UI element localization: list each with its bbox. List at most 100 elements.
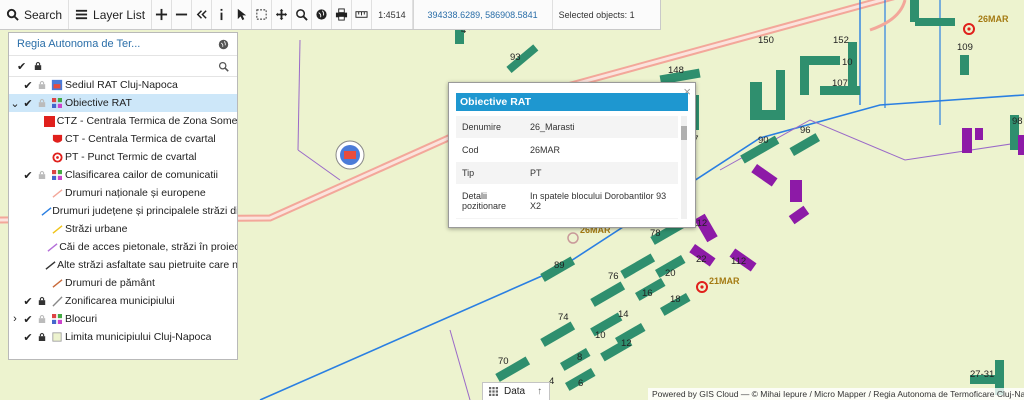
layer-label: Zonificarea municipiului xyxy=(65,295,175,307)
cursor-icon xyxy=(237,8,247,21)
attribute-key: Denumire xyxy=(462,122,502,132)
attribute-key: Detalii pozitionare xyxy=(462,191,507,211)
panel-header: Regia Autonoma de Ter... xyxy=(9,33,237,56)
info-button[interactable] xyxy=(212,0,233,29)
lock-icon[interactable] xyxy=(35,296,49,306)
line-icon xyxy=(49,278,65,289)
lock-icon[interactable] xyxy=(35,314,49,324)
layer-row-obiective[interactable]: ⌄ ✔ Obiective RAT xyxy=(9,94,237,112)
layer-list-button[interactable]: Layer List xyxy=(69,0,153,29)
layer-label: Limita municipiului Cluj-Napoca xyxy=(65,331,212,343)
building-number-label: 27-31 xyxy=(970,369,994,380)
check-all-icon[interactable]: ✔ xyxy=(17,60,26,73)
building-number-label: 112 xyxy=(731,256,746,267)
pan-button[interactable] xyxy=(272,0,293,29)
scrollbar-thumb[interactable] xyxy=(681,126,687,140)
layer-row-blocuri[interactable]: › ✔ Blocuri xyxy=(9,310,237,328)
legend-ct: CT - Centrala Termica de cvartal xyxy=(9,130,237,148)
arrow-up-icon: ↑ xyxy=(537,386,543,397)
visibility-checkbox[interactable]: ✔ xyxy=(21,97,35,110)
select-button[interactable] xyxy=(232,0,253,29)
lock-all-icon[interactable] xyxy=(34,61,42,71)
legend-label: Drumuri naționale și europene xyxy=(65,187,206,199)
attribute-row: Denumire 26_Marasti xyxy=(456,116,678,139)
pt-label: 26MAR xyxy=(978,14,1009,24)
grid-icon xyxy=(49,98,65,108)
legend-alte-strazi: Alte străzi asfaltate sau pietruite care… xyxy=(9,256,237,274)
lock-icon[interactable] xyxy=(35,170,49,180)
scale-readout[interactable]: 1:4514 xyxy=(372,0,413,29)
chevron-right-icon[interactable]: › xyxy=(9,313,21,325)
polygon-icon xyxy=(49,332,65,342)
data-tab-label: Data xyxy=(504,386,526,397)
building-number-label: 74 xyxy=(558,312,569,323)
zoom-layer-icon[interactable] xyxy=(218,61,229,72)
layer-panel: Regia Autonoma de Ter... ✔ ✔ Sediul RAT C… xyxy=(8,32,238,360)
zoom-in-button[interactable] xyxy=(152,0,173,29)
layer-list: ✔ Sediul RAT Cluj-Napoca ⌄ ✔ Obiective RAT … xyxy=(9,76,237,359)
building-number-label: 90 xyxy=(758,135,769,146)
search-label: Search xyxy=(24,7,63,22)
attribute-row: Cod 26MAR xyxy=(456,139,678,162)
building-number-label: 107 xyxy=(832,78,848,89)
layer-label: Clasificarea cailor de comunicatii xyxy=(65,169,218,181)
globe-icon[interactable] xyxy=(218,39,229,50)
building-number-label: 150 xyxy=(758,35,774,46)
lock-icon[interactable] xyxy=(35,98,49,108)
visibility-checkbox[interactable]: ✔ xyxy=(21,313,35,326)
legend-label: CTZ - Centrala Termica de Zona Somes Nor… xyxy=(56,115,237,127)
legend-label: CT - Centrala Termica de cvartal xyxy=(65,133,216,145)
info-icon xyxy=(220,8,223,21)
legend-pt: PT - Punct Termic de cvartal xyxy=(9,148,237,166)
attribute-value: In spatele blocului Dorobantilor 93 X2 xyxy=(530,191,667,211)
layer-row-clasificarea[interactable]: ✔ Clasificarea cailor de comunicatii xyxy=(9,166,237,184)
visibility-checkbox[interactable]: ✔ xyxy=(21,295,35,308)
legend-drumuri-pamant: Drumuri de pământ xyxy=(9,274,237,292)
zoom-extent-button[interactable] xyxy=(292,0,313,29)
selected-objects-status: Selected objects: 1 xyxy=(558,9,635,20)
attribution: Powered by GIS Cloud — © Mihai Iepure / … xyxy=(648,388,1024,400)
building-number-label: 148 xyxy=(668,65,684,76)
data-tab[interactable]: Data ↑ xyxy=(482,382,550,400)
visibility-checkbox[interactable]: ✔ xyxy=(21,169,35,182)
lock-icon[interactable] xyxy=(35,332,49,342)
building-number-label: 14 xyxy=(618,309,629,320)
attribute-value: PT xyxy=(530,168,542,178)
visibility-checkbox[interactable]: ✔ xyxy=(21,331,35,344)
attribute-key: FID xyxy=(456,218,526,219)
layer-row-zonificarea[interactable]: ✔ Zonificarea municipiului xyxy=(9,292,237,310)
line-icon xyxy=(43,260,57,271)
back-button[interactable] xyxy=(192,0,213,29)
building-number-label: 89 xyxy=(554,260,565,271)
building-number-label: 6 xyxy=(578,378,583,389)
attribute-value: 26MAR xyxy=(530,145,561,155)
lock-icon[interactable] xyxy=(35,80,49,90)
measure-button[interactable] xyxy=(352,0,373,29)
box-select-button[interactable] xyxy=(252,0,273,29)
visibility-checkbox[interactable]: ✔ xyxy=(21,79,35,92)
building-number-label: 20 xyxy=(665,268,676,279)
move-icon xyxy=(275,8,288,21)
popup-scrollbar[interactable] xyxy=(681,116,687,219)
layer-row-sediul[interactable]: ✔ Sediul RAT Cluj-Napoca xyxy=(9,76,237,94)
building-icon xyxy=(49,79,65,91)
red-shield-icon xyxy=(49,134,65,145)
globe-button[interactable] xyxy=(312,0,333,29)
building-number-label: 16 xyxy=(642,288,653,299)
zoom-out-button[interactable] xyxy=(172,0,193,29)
search-button[interactable]: Search xyxy=(0,0,70,29)
double-left-icon xyxy=(196,10,207,19)
panel-subheader: ✔ xyxy=(9,56,237,77)
grid-icon xyxy=(49,170,65,180)
attribute-row: FID78 xyxy=(456,218,678,219)
coordinates-readout: 394338.6289, 586908.5841 xyxy=(412,0,553,29)
print-button[interactable] xyxy=(332,0,353,29)
chevron-down-icon[interactable]: ⌄ xyxy=(9,97,21,110)
building-number-label: 10 xyxy=(842,57,853,68)
layer-row-limita[interactable]: ✔ Limita municipiului Cluj-Napoca xyxy=(9,328,237,346)
line-icon xyxy=(49,224,65,235)
legend-label: PT - Punct Termic de cvartal xyxy=(65,151,197,163)
panel-title[interactable]: Regia Autonoma de Ter... xyxy=(17,38,218,50)
legend-label: Alte străzi asfaltate sau pietruite care… xyxy=(57,259,237,271)
feature-popup: × Obiective RAT Denumire 26_Marasti Cod 26… xyxy=(448,82,696,228)
